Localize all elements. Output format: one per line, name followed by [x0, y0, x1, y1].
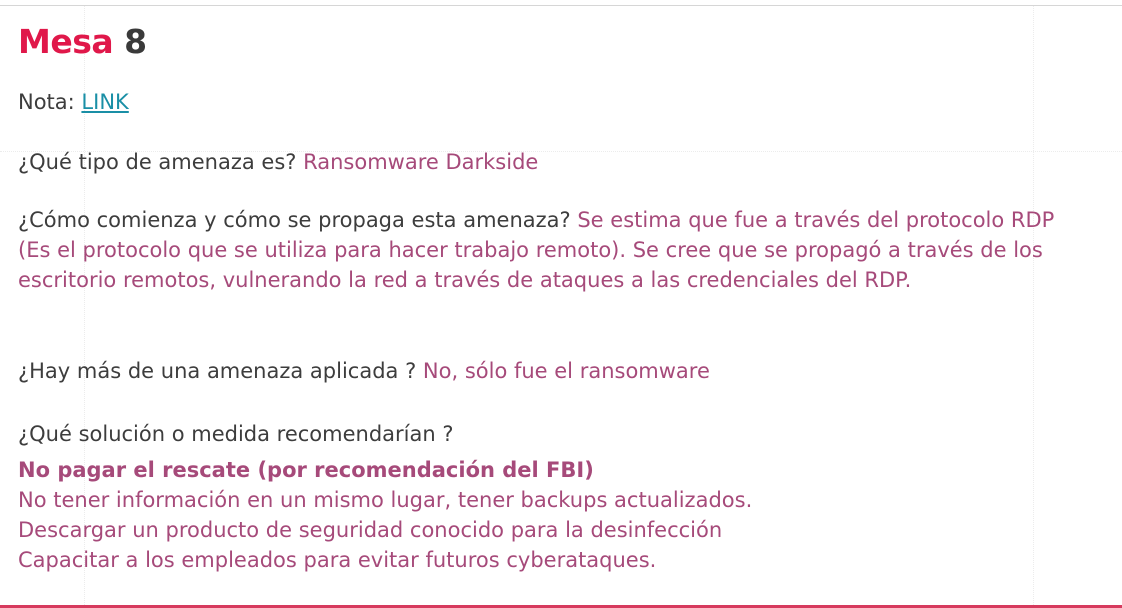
- question-3-text: ¿Hay más de una amenaza aplicada ?: [18, 359, 423, 383]
- nota-label: Nota:: [18, 90, 82, 114]
- question-2-text: ¿Cómo comienza y cómo se propaga esta am…: [18, 208, 578, 232]
- question-4-text: ¿Qué solución o medida recomendarían ?: [18, 422, 454, 446]
- nota-link[interactable]: LINK: [81, 90, 128, 114]
- nota-line: Nota: LINK: [18, 87, 129, 117]
- question-2: ¿Cómo comienza y cómo se propaga esta am…: [18, 205, 1058, 295]
- answer-3-text: No, sólo fue el ransomware: [422, 359, 710, 383]
- question-1-text: ¿Qué tipo de amenaza es?: [18, 150, 304, 174]
- title-number: 8: [124, 22, 147, 61]
- top-border: [0, 5, 1122, 6]
- slide-card: Mesa 8 Nota: LINK ¿Qué tipo de amenaza e…: [0, 0, 1122, 608]
- answer-4-item: No pagar el rescate (por recomendación d…: [18, 458, 594, 482]
- page-title: Mesa 8: [18, 20, 147, 64]
- answer-1-text: Ransomware Darkside: [303, 150, 539, 174]
- guide-line: [1033, 6, 1034, 605]
- question-1: ¿Qué tipo de amenaza es? Ransomware Dark…: [18, 147, 538, 177]
- answer-4-item: Capacitar a los empleados para evitar fu…: [18, 548, 657, 572]
- answer-4-item: Descargar un producto de seguridad conoc…: [18, 518, 723, 542]
- question-3: ¿Hay más de una amenaza aplicada ? No, s…: [18, 356, 710, 386]
- title-word: Mesa: [18, 22, 114, 61]
- answer-4-item: No tener información en un mismo lugar, …: [18, 488, 753, 512]
